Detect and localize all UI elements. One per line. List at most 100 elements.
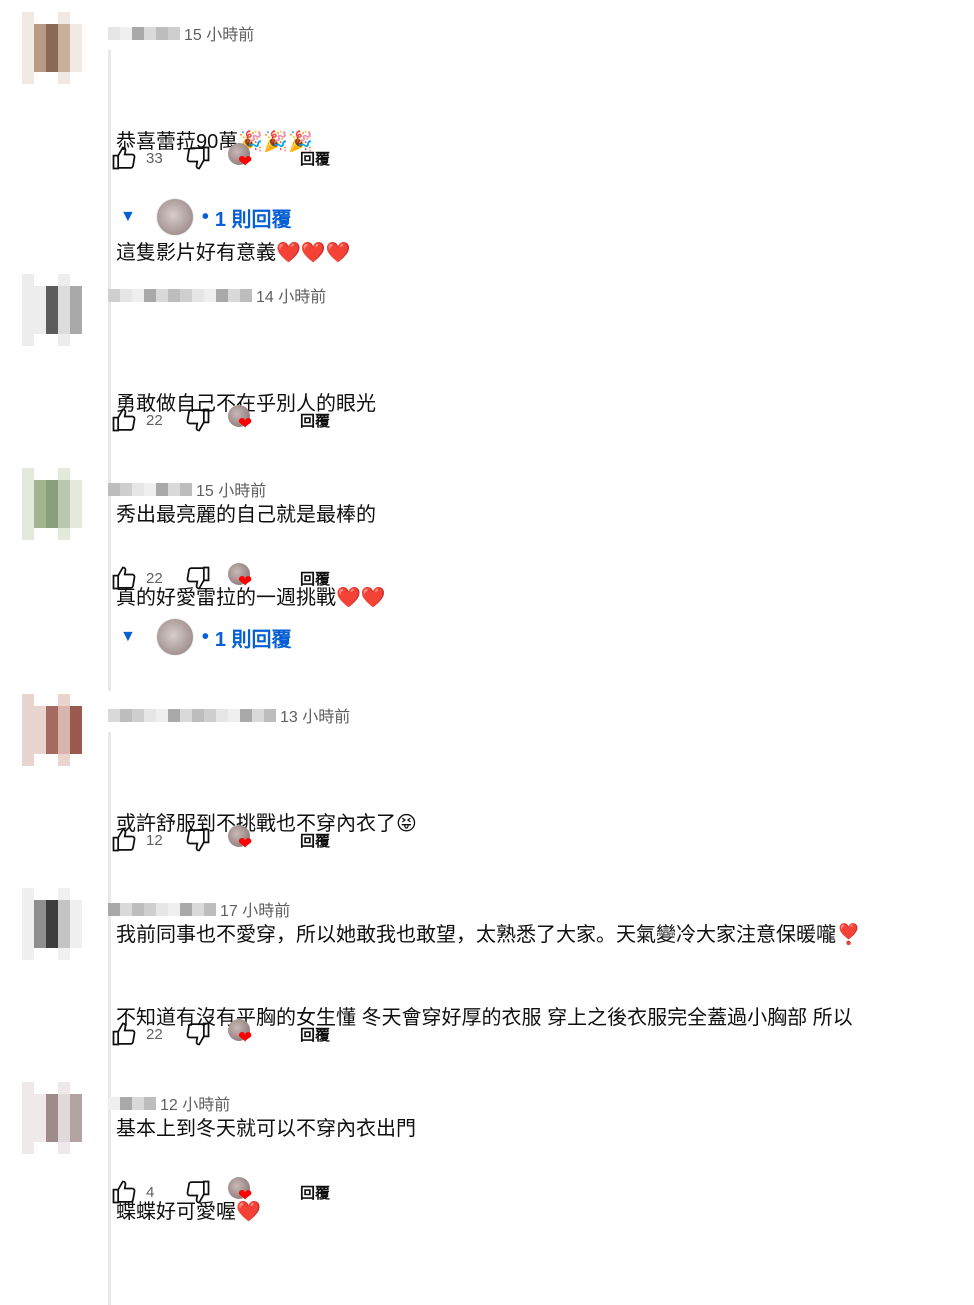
avatar[interactable] <box>22 12 94 84</box>
avatar-pixel <box>46 468 58 480</box>
avatar-pixel <box>70 924 82 936</box>
author-name-blurred[interactable] <box>108 482 192 496</box>
author-name-blurred[interactable] <box>108 1096 156 1110</box>
thumb-down-icon[interactable] <box>182 1176 214 1208</box>
avatar-pixel <box>22 742 34 754</box>
view-replies-button[interactable]: ▼ • 1 則回覆 <box>120 617 292 657</box>
avatar-pixel <box>46 1094 58 1106</box>
avatar-pixel <box>82 706 94 718</box>
avatar-pixel <box>46 492 58 504</box>
avatar-pixel <box>70 12 82 24</box>
avatar-pixel <box>70 706 82 718</box>
name-pixel <box>168 482 180 496</box>
comment-time[interactable]: 15 小時前 <box>196 477 266 501</box>
avatar[interactable] <box>22 888 94 960</box>
thumb-up-icon[interactable] <box>108 404 140 436</box>
comment-time[interactable]: 15 小時前 <box>184 21 254 45</box>
thumb-down-icon[interactable] <box>182 824 214 856</box>
reply-button[interactable]: 回覆 <box>292 142 338 175</box>
avatar-pixel <box>22 1082 34 1094</box>
avatar-pixel <box>70 48 82 60</box>
avatar-pixel <box>70 742 82 754</box>
thumb-down-icon[interactable] <box>182 142 214 174</box>
avatar-pixel <box>82 912 94 924</box>
reply-button[interactable]: 回覆 <box>292 1018 338 1051</box>
avatar-pixel <box>34 1142 46 1154</box>
reply-button[interactable]: 回覆 <box>292 404 338 437</box>
name-pixel <box>132 288 144 302</box>
comment-header: 15 小時前 <box>108 476 266 502</box>
name-pixel <box>132 26 144 40</box>
comment-actions: 22 ❤ 回覆 <box>108 1016 338 1052</box>
view-replies-button[interactable]: ▼ • 1 則回覆 <box>120 197 292 237</box>
name-pixel <box>216 708 228 722</box>
thumb-up-icon[interactable] <box>108 1176 140 1208</box>
thumb-up-icon[interactable] <box>108 824 140 856</box>
thumb-down-icon[interactable] <box>182 562 214 594</box>
author-name-blurred[interactable] <box>108 26 180 40</box>
name-pixel <box>180 902 192 916</box>
creator-heart-badge: ❤ <box>224 141 258 175</box>
avatar-pixel <box>58 1094 70 1106</box>
avatar-pixel <box>34 900 46 912</box>
reply-button[interactable]: 回覆 <box>292 1176 338 1209</box>
avatar-pixel <box>70 528 82 540</box>
avatar[interactable] <box>22 694 94 766</box>
avatar-pixel <box>22 504 34 516</box>
avatar[interactable] <box>22 1082 94 1154</box>
avatar-pixel <box>70 310 82 322</box>
comment-time[interactable]: 17 小時前 <box>220 897 290 921</box>
avatar-pixel <box>22 936 34 948</box>
avatar-pixel <box>82 60 94 72</box>
avatar-pixel <box>46 72 58 84</box>
like-count: 33 <box>146 149 163 167</box>
avatar-pixel <box>22 12 34 24</box>
avatar-pixel <box>58 504 70 516</box>
thumb-up-icon[interactable] <box>108 1018 140 1050</box>
avatar-pixel <box>46 480 58 492</box>
author-name-blurred[interactable] <box>108 288 252 302</box>
avatar-pixel <box>58 912 70 924</box>
avatar-pixel <box>82 274 94 286</box>
avatar-pixel <box>82 742 94 754</box>
avatar-pixel <box>58 1082 70 1094</box>
avatar-pixel <box>82 924 94 936</box>
avatar-pixel <box>46 694 58 706</box>
avatar-pixel <box>82 528 94 540</box>
author-name-blurred[interactable] <box>108 708 276 722</box>
avatar-pixel <box>58 298 70 310</box>
avatar-pixel <box>70 694 82 706</box>
avatar-pixel <box>34 1094 46 1106</box>
comment-header: 14 小時前 <box>108 282 326 308</box>
avatar-pixel <box>34 1106 46 1118</box>
avatar-pixel <box>34 1118 46 1130</box>
avatar-pixel <box>58 516 70 528</box>
avatar-pixel <box>22 1094 34 1106</box>
avatar-pixel <box>58 12 70 24</box>
name-pixel <box>108 708 120 722</box>
avatar-pixel <box>22 1130 34 1142</box>
reply-button[interactable]: 回覆 <box>292 562 338 595</box>
comment-time[interactable]: 12 小時前 <box>160 1091 230 1115</box>
thumb-down-icon[interactable] <box>182 1018 214 1050</box>
avatar[interactable] <box>22 274 94 346</box>
reply-button[interactable]: 回覆 <box>292 824 338 857</box>
avatar-pixel <box>46 274 58 286</box>
thumb-up-icon[interactable] <box>108 562 140 594</box>
avatar-pixel <box>82 310 94 322</box>
avatar-pixel <box>46 1106 58 1118</box>
comment-time[interactable]: 14 小時前 <box>256 283 326 307</box>
author-name-blurred[interactable] <box>108 902 216 916</box>
avatar-pixel <box>22 468 34 480</box>
avatar-pixel <box>58 888 70 900</box>
separator-dot: • <box>201 625 209 648</box>
name-pixel <box>168 288 180 302</box>
avatar-pixel <box>34 298 46 310</box>
avatar[interactable] <box>22 468 94 540</box>
avatar-pixel <box>58 528 70 540</box>
comment-time[interactable]: 13 小時前 <box>280 703 350 727</box>
avatar-pixel <box>82 36 94 48</box>
avatar-pixel <box>34 468 46 480</box>
thumb-up-icon[interactable] <box>108 142 140 174</box>
thumb-down-icon[interactable] <box>182 404 214 436</box>
